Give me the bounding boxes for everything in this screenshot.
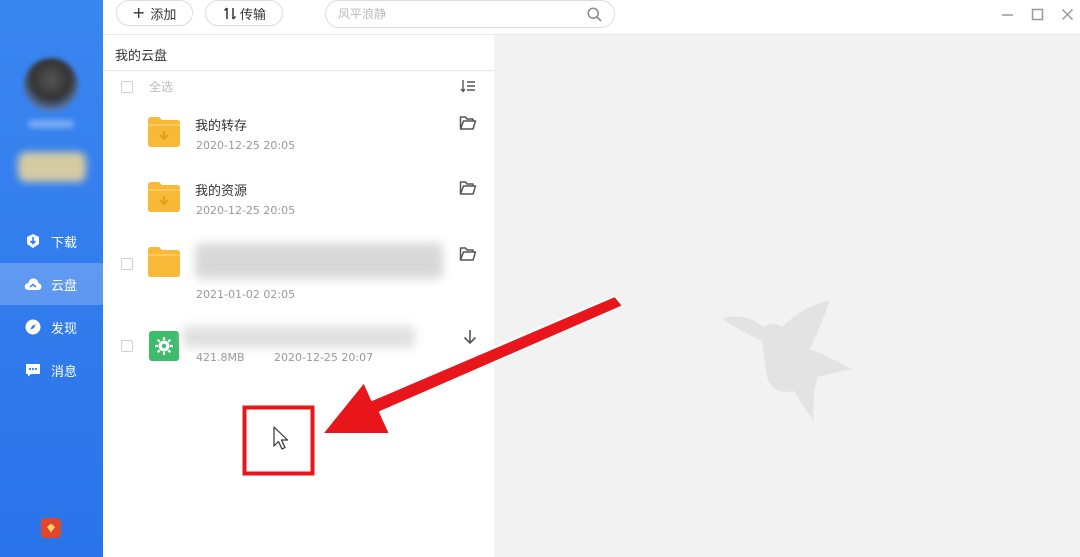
add-button[interactable]: + 添加 <box>116 0 193 26</box>
username-blurred <box>28 120 74 128</box>
file-name-blurred <box>183 326 415 348</box>
file-name[interactable]: 我的资源 <box>195 180 247 199</box>
file-name[interactable]: 我的转存 <box>195 115 247 134</box>
sidebar-item-discover[interactable]: 发现 <box>0 306 103 348</box>
search-icon[interactable] <box>587 7 602 26</box>
sidebar-item-messages[interactable]: 消息 <box>0 349 103 391</box>
sidebar-item-label: 云盘 <box>51 278 78 294</box>
folder-icon <box>148 117 180 147</box>
sidebar-item-label: 消息 <box>51 364 78 380</box>
list-item[interactable]: 421.8MB 2020-12-25 20:07 <box>103 322 494 388</box>
open-folder-icon[interactable] <box>459 180 477 196</box>
search-bar[interactable] <box>325 0 615 28</box>
open-folder-icon[interactable] <box>459 115 477 131</box>
cloud-icon <box>24 275 42 293</box>
select-all-checkbox[interactable] <box>121 80 133 93</box>
file-date: 2020-12-25 20:07 <box>274 351 374 364</box>
open-folder-icon[interactable] <box>459 246 477 262</box>
divider <box>103 70 494 71</box>
list-item[interactable]: 2021-01-02 02:05 <box>103 235 494 301</box>
sidebar: 下载 云盘 发现 消息 <box>0 0 103 557</box>
message-icon <box>24 361 42 379</box>
app-file-icon <box>149 331 179 361</box>
breadcrumb[interactable]: 我的云盘 <box>115 45 167 64</box>
plus-icon: + <box>132 3 146 22</box>
file-list-panel: 我的云盘 全选 我的转存 2020-12-25 20:05 我的资源 2020-… <box>103 35 494 557</box>
list-item[interactable]: 我的转存 2020-12-25 20:05 <box>103 105 494 171</box>
row-checkbox[interactable] <box>121 258 133 270</box>
gift-icon[interactable] <box>41 518 61 538</box>
folder-icon <box>148 247 180 277</box>
transfer-button[interactable]: 传输 <box>205 0 283 26</box>
minimize-button[interactable] <box>999 6 1015 22</box>
close-button[interactable] <box>1059 6 1075 22</box>
file-date: 2021-01-02 02:05 <box>196 288 296 301</box>
vip-badge-blurred[interactable] <box>18 152 86 182</box>
select-all[interactable]: 全选 <box>121 78 173 95</box>
download-icon <box>24 232 42 250</box>
compass-icon <box>24 318 42 336</box>
toolbar: + 添加 传输 <box>103 0 1080 35</box>
sidebar-item-cloud[interactable]: 云盘 <box>0 263 103 305</box>
file-name-blurred <box>195 243 443 279</box>
sidebar-item-label: 发现 <box>51 321 78 337</box>
transfer-icon <box>223 6 237 20</box>
sidebar-item-label: 下载 <box>51 235 78 251</box>
file-date: 2020-12-25 20:05 <box>196 204 296 217</box>
sidebar-item-download[interactable]: 下载 <box>0 220 103 262</box>
hummingbird-logo-icon <box>722 300 852 421</box>
file-size: 421.8MB <box>196 351 245 364</box>
avatar[interactable] <box>24 58 78 112</box>
folder-icon <box>148 182 180 212</box>
maximize-button[interactable] <box>1029 6 1045 22</box>
preview-area <box>494 35 1080 557</box>
download-arrow-icon[interactable] <box>461 329 479 345</box>
list-item[interactable]: 我的资源 2020-12-25 20:05 <box>103 170 494 236</box>
search-input[interactable] <box>336 6 580 22</box>
file-date: 2020-12-25 20:05 <box>196 139 296 152</box>
row-checkbox[interactable] <box>121 340 133 352</box>
sort-icon[interactable] <box>460 78 476 97</box>
